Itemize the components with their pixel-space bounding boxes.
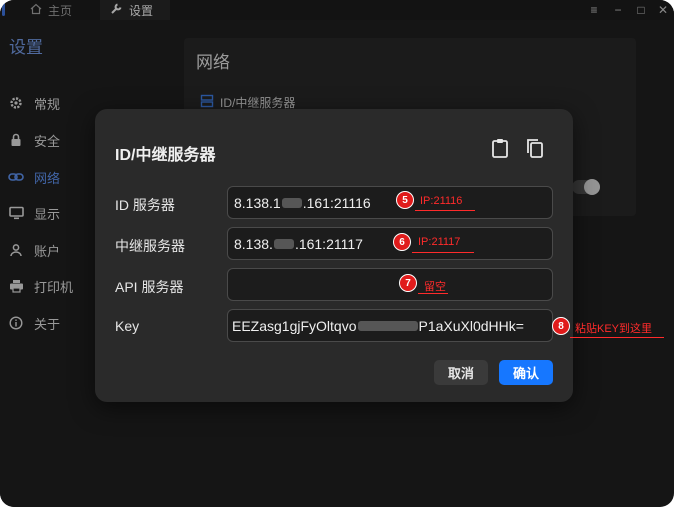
copy-icon[interactable] (525, 137, 545, 159)
id-server-input[interactable]: 8.138.1 .161:21116 (227, 186, 553, 219)
redacted-text (281, 197, 302, 208)
dialog-title: ID/中继服务器 (115, 147, 216, 164)
clipboard-icon[interactable] (490, 137, 510, 159)
key-label: Key (115, 318, 140, 334)
field-value-suffix: .161:21116 (302, 194, 371, 211)
annotation-text: IP:21117 (418, 236, 461, 248)
field-value-prefix: EEZasg1gjFyOltqvo (232, 317, 357, 334)
field-value-suffix: P1aXuXl0dHHk= (418, 317, 524, 334)
app-window: 主页 设置 ≡ − □ ✕ 设置 常规 安全 网络 显示 账户 打印机 关于 网… (0, 0, 674, 507)
confirm-button[interactable]: 确认 (499, 360, 553, 385)
annotation-text: 留空 (424, 281, 446, 293)
id-server-label: ID 服务器 (115, 197, 175, 213)
key-input[interactable]: EEZasg1gjFyOltqvo P1aXuXl0dHHk= (227, 309, 553, 342)
redacted-text (357, 320, 418, 331)
relay-server-label: 中继服务器 (115, 238, 185, 254)
annotation-badge: 7 (399, 274, 417, 292)
id-relay-dialog: ID/中继服务器 ID 服务器 8.138.1 .161:21116 中继服务器… (95, 109, 573, 402)
annotation-underline (570, 337, 664, 338)
redacted-text (273, 238, 294, 249)
annotation-badge: 5 (396, 191, 414, 209)
annotation-underline (415, 210, 475, 211)
annotation-text: 粘贴KEY到这里 (575, 323, 653, 335)
field-value-prefix: 8.138. (234, 235, 273, 252)
annotation-badge: 8 (552, 317, 570, 335)
api-server-input[interactable] (227, 268, 553, 301)
annotation-text: IP:21116 (420, 195, 463, 207)
annotation-underline (412, 252, 474, 253)
field-value-suffix: .161:21117 (294, 235, 363, 252)
cancel-button[interactable]: 取消 (434, 360, 488, 385)
relay-server-input[interactable]: 8.138. .161:21117 (227, 227, 553, 260)
annotation-badge: 6 (393, 233, 411, 251)
api-server-label: API 服务器 (115, 279, 184, 295)
annotation-underline (418, 293, 448, 294)
field-value-prefix: 8.138.1 (234, 194, 281, 211)
